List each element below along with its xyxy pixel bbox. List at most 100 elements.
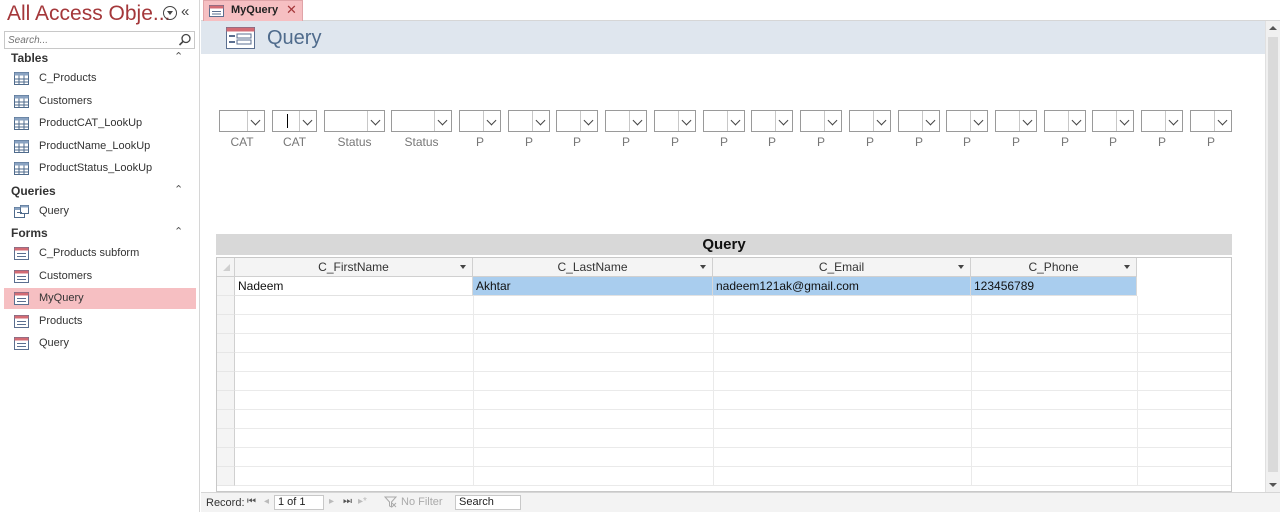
scroll-up-icon[interactable] [1266,21,1280,35]
search-input[interactable] [5,32,177,48]
chevron-down-icon[interactable] [580,111,597,131]
row-selector[interactable] [217,391,235,410]
last-record-icon[interactable]: ⏭ [343,496,352,507]
filter-combo[interactable] [849,110,891,132]
new-record-icon[interactable]: ▸* [358,496,367,507]
chevron-down-icon[interactable] [678,111,695,131]
filter-combo[interactable] [459,110,501,132]
filter-combo[interactable] [1190,110,1232,132]
row-selector[interactable] [217,372,235,391]
nav-item-c-products[interactable]: C_Products [4,68,196,89]
tab-myquery[interactable]: MyQuery ✕ [203,0,303,21]
filter-combo[interactable] [654,110,696,132]
nav-item-c-products-subform[interactable]: C_Products subform [4,243,196,264]
filter-combo[interactable] [508,110,550,132]
next-record-icon[interactable]: ▸ [329,496,334,507]
chevron-down-icon[interactable] [1214,111,1231,131]
chevron-down-icon[interactable] [629,111,646,131]
filter-combo[interactable] [800,110,842,132]
nav-item-customers[interactable]: Customers [4,91,196,112]
search-icon[interactable] [178,33,192,47]
chevron-up-icon[interactable]: ⌃ [174,225,183,238]
filter-combo[interactable] [898,110,940,132]
filter-combo[interactable] [1044,110,1086,132]
filter-combo[interactable] [703,110,745,132]
filter-combo[interactable] [1092,110,1134,132]
filter-combo[interactable] [391,110,452,132]
table-cell[interactable]: 123456789 [971,277,1137,296]
record-search-input[interactable]: Search [455,495,521,510]
filter-combo[interactable] [946,110,988,132]
column-header[interactable]: C_LastName [473,258,713,277]
chevron-down-icon[interactable] [483,111,500,131]
table-cell[interactable]: nadeem121ak@gmail.com [713,277,971,296]
table-cell[interactable]: Akhtar [473,277,713,296]
row-selector[interactable] [217,296,235,315]
close-icon[interactable]: ✕ [286,2,297,18]
table-cell[interactable]: Nadeem [235,277,473,296]
chevron-down-icon[interactable] [434,111,451,131]
nav-item-myquery[interactable]: MyQuery [4,288,196,309]
nav-item-query[interactable]: Query [4,201,196,222]
chevron-up-icon[interactable]: ⌃ [174,50,183,63]
filter-combo[interactable] [1141,110,1183,132]
select-all-corner[interactable] [217,258,235,277]
nav-title[interactable]: All Access Obje... [7,2,170,26]
chevron-down-icon[interactable] [970,111,987,131]
chevron-down-icon[interactable] [247,111,264,131]
chevron-down-icon[interactable] [299,111,316,131]
chevron-down-icon[interactable] [1019,111,1036,131]
sort-dropdown-icon[interactable] [700,265,706,269]
vertical-scrollbar[interactable] [1265,21,1280,492]
sort-dropdown-icon[interactable] [460,265,466,269]
row-selector[interactable] [217,467,235,486]
filter-combo[interactable] [995,110,1037,132]
nav-group-queries[interactable]: Queries ⌃ [0,183,199,201]
filter-combo[interactable] [605,110,647,132]
chevron-down-icon[interactable] [873,111,890,131]
first-record-icon[interactable]: ⏮ [247,496,256,507]
chevron-down-icon[interactable] [1116,111,1133,131]
nav-item-products[interactable]: Products [4,311,196,332]
row-selector[interactable] [217,315,235,334]
no-filter-button[interactable]: No Filter [401,496,443,508]
chevron-up-icon[interactable]: ⌃ [174,183,183,196]
chevron-down-icon[interactable] [824,111,841,131]
chevron-down-icon[interactable] [727,111,744,131]
chevron-down-icon[interactable] [1068,111,1085,131]
nav-group-forms[interactable]: Forms ⌃ [0,225,199,243]
nav-item-query[interactable]: Query [4,333,196,354]
scroll-thumb[interactable] [1268,37,1278,472]
chevron-down-icon[interactable] [367,111,384,131]
nav-item-productcat-lookup[interactable]: ProductCAT_LookUp [4,113,196,134]
filter-combo[interactable] [556,110,598,132]
nav-item-customers[interactable]: Customers [4,266,196,287]
filter-combo[interactable] [324,110,385,132]
sort-dropdown-icon[interactable] [1124,265,1130,269]
row-selector[interactable] [217,334,235,353]
chevron-down-icon[interactable] [532,111,549,131]
row-selector[interactable] [217,277,235,296]
chevron-down-icon[interactable] [922,111,939,131]
nav-item-productstatus-lookup[interactable]: ProductStatus_LookUp [4,158,196,179]
collapse-pane-icon[interactable]: « [181,3,189,21]
row-selector[interactable] [217,448,235,467]
row-selector[interactable] [217,429,235,448]
column-header[interactable]: C_Email [713,258,971,277]
row-selector[interactable] [217,410,235,429]
current-record-field[interactable]: 1 of 1 [274,495,324,510]
filter-combo[interactable] [219,110,265,132]
sort-dropdown-icon[interactable] [958,265,964,269]
chevron-down-icon[interactable] [775,111,792,131]
column-header[interactable]: C_Phone [971,258,1137,277]
column-header[interactable]: C_FirstName [235,258,473,277]
filter-combo[interactable] [751,110,793,132]
chevron-down-icon[interactable] [163,6,177,20]
row-selector[interactable] [217,353,235,372]
chevron-down-icon[interactable] [1165,111,1182,131]
filter-combo[interactable] [272,110,317,132]
previous-record-icon[interactable]: ◂ [264,496,269,507]
nav-group-tables[interactable]: Tables ⌃ [0,50,199,68]
scroll-down-icon[interactable] [1266,478,1280,492]
nav-item-productname-lookup[interactable]: ProductName_LookUp [4,136,196,157]
